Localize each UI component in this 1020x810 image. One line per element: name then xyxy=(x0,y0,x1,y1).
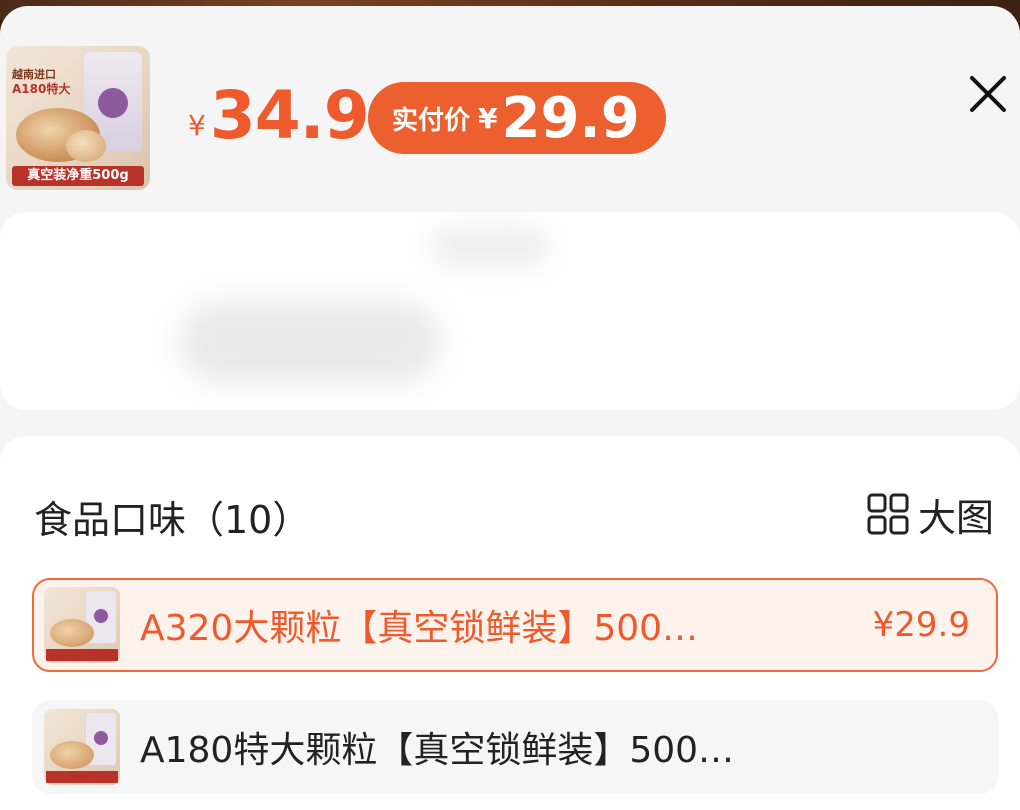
section-title: 食品口味（10） xyxy=(34,498,311,542)
currency-symbol: ¥ xyxy=(478,101,498,135)
actual-pay-value: 29.9 xyxy=(501,85,640,151)
option-price: ¥29.9 xyxy=(872,605,970,645)
option-name: A320大颗粒【真空锁鲜装】500… xyxy=(140,608,699,649)
actual-pay-badge: 实付价 ¥ 29.9 xyxy=(368,82,666,154)
flavor-option-selected[interactable]: A320大颗粒【真空锁鲜装】500… ¥29.9 xyxy=(32,578,998,672)
flavor-options-panel: 食品口味（10） 大图 A320大颗粒【真空锁鲜装】500… ¥29.9 A18… xyxy=(0,436,1020,810)
product-weight-banner: 真空装净重500g xyxy=(12,166,144,186)
product-grade-text: A180特大 xyxy=(12,82,71,96)
option-name: A180特大颗粒【真空锁鲜装】500… xyxy=(140,730,735,771)
currency-symbol: ¥ xyxy=(188,109,206,142)
actual-pay-label: 实付价 xyxy=(392,105,471,136)
product-image[interactable]: 越南进口 A180特大 真空装净重500g xyxy=(6,46,150,190)
original-price: ¥ 34.9 xyxy=(188,77,370,154)
redacted-area xyxy=(180,302,440,382)
grid-icon xyxy=(867,493,909,535)
address-card-blurred[interactable] xyxy=(0,212,1020,410)
option-thumbnail xyxy=(44,709,120,785)
big-view-label: 大图 xyxy=(918,495,995,540)
big-view-button[interactable]: 大图 xyxy=(866,486,994,542)
flavor-option[interactable]: A180特大颗粒【真空锁鲜装】500… xyxy=(32,700,998,794)
price-value: 34.9 xyxy=(209,77,370,154)
cashew-graphic xyxy=(66,130,106,162)
sku-selector-sheet: 越南进口 A180特大 真空装净重500g ¥ 34.9 实付价 ¥ 29.9 … xyxy=(0,6,1020,810)
close-icon[interactable] xyxy=(966,72,1010,116)
redacted-area xyxy=(430,226,550,266)
option-thumbnail xyxy=(44,587,120,663)
